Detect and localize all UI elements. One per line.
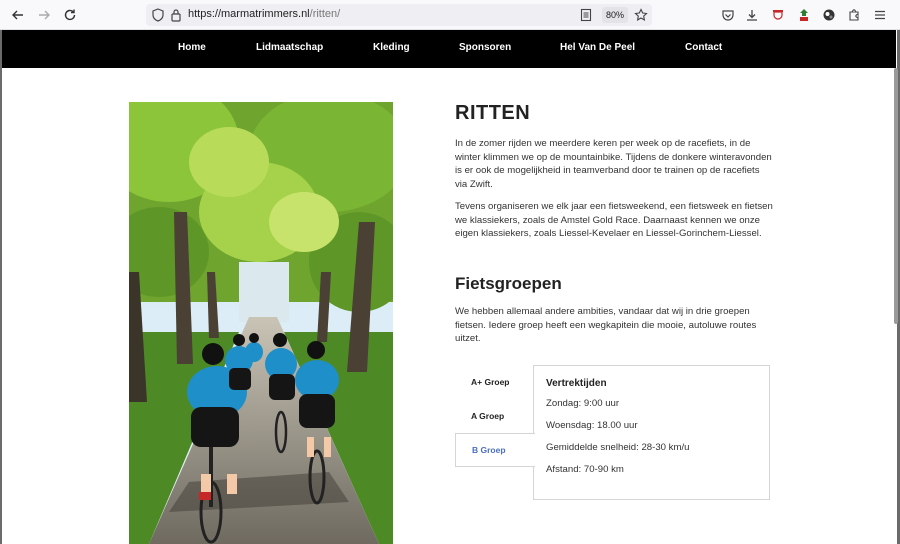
panel-line-woensdag: Woensdag: 18.00 uur (546, 420, 638, 431)
bookmark-star-icon[interactable] (633, 7, 649, 23)
hamburger-menu-icon[interactable] (872, 7, 888, 23)
section-title: Fietsgroepen (455, 274, 562, 293)
forward-arrow-icon[interactable] (35, 6, 53, 24)
nav-home[interactable]: Home (178, 42, 206, 53)
globe-extension-icon[interactable] (821, 7, 837, 23)
panel-line-afstand: Afstand: 70-90 km (546, 464, 624, 475)
shield-icon[interactable] (150, 7, 166, 23)
cyclists-photo (129, 102, 393, 544)
lock-icon[interactable] (168, 7, 184, 23)
pocket-icon[interactable] (720, 7, 736, 23)
back-arrow-icon[interactable] (9, 6, 27, 24)
page-title: RITTEN (455, 102, 531, 124)
browser-toolbar: https://marmatrimmers.nl/ritten/ 80% (0, 0, 900, 30)
intro-paragraph-2: Tevens organiseren we elk jaar een fiets… (455, 201, 773, 239)
section-paragraph: We hebben allemaal andere ambities, vand… (455, 306, 757, 344)
nav-lidmaatschap[interactable]: Lidmaatschap (256, 42, 323, 53)
ublock-icon[interactable] (770, 7, 786, 23)
page-scrollbar[interactable] (894, 68, 898, 324)
nav-hel-van-de-peel[interactable]: Hel Van De Peel (560, 42, 635, 53)
tab-a-plus-groep[interactable]: A+ Groep (455, 365, 535, 399)
window-frame-left (0, 30, 2, 544)
panel-line-snelheid: Gemiddelde snelheid: 28-30 km/u (546, 442, 690, 453)
url-bar[interactable]: https://marmatrimmers.nl/ritten/ 80% (146, 4, 652, 26)
intro-paragraph-1: In de zomer rijden we meerdere keren per… (455, 138, 772, 190)
green-extension-icon[interactable] (796, 7, 812, 23)
panel-title: Vertrektijden (546, 378, 607, 389)
nav-contact[interactable]: Contact (685, 42, 722, 53)
tab-b-groep[interactable]: B Groep (455, 433, 535, 467)
panel-line-zondag: Zondag: 9:00 uur (546, 398, 620, 409)
nav-sponsoren[interactable]: Sponsoren (459, 42, 511, 53)
nav-kleding[interactable]: Kleding (373, 42, 410, 53)
site-navigation: Home Lidmaatschap Kleding Sponsoren Hel … (2, 30, 896, 68)
tab-panel-b-groep: Vertrektijden Zondag: 9:00 uur Woensdag:… (533, 365, 770, 500)
reader-view-icon[interactable] (578, 7, 594, 23)
reload-icon[interactable] (61, 6, 79, 24)
url-text: https://marmatrimmers.nl/ritten/ (188, 8, 341, 20)
extensions-puzzle-icon[interactable] (846, 7, 862, 23)
tab-a-groep[interactable]: A Groep (455, 399, 535, 433)
tab-label: A+ Groep (471, 377, 510, 387)
download-icon[interactable] (744, 7, 760, 23)
zoom-level[interactable]: 80% (602, 7, 628, 23)
tab-label: B Groep (472, 445, 506, 455)
tab-label: A Groep (471, 411, 505, 421)
